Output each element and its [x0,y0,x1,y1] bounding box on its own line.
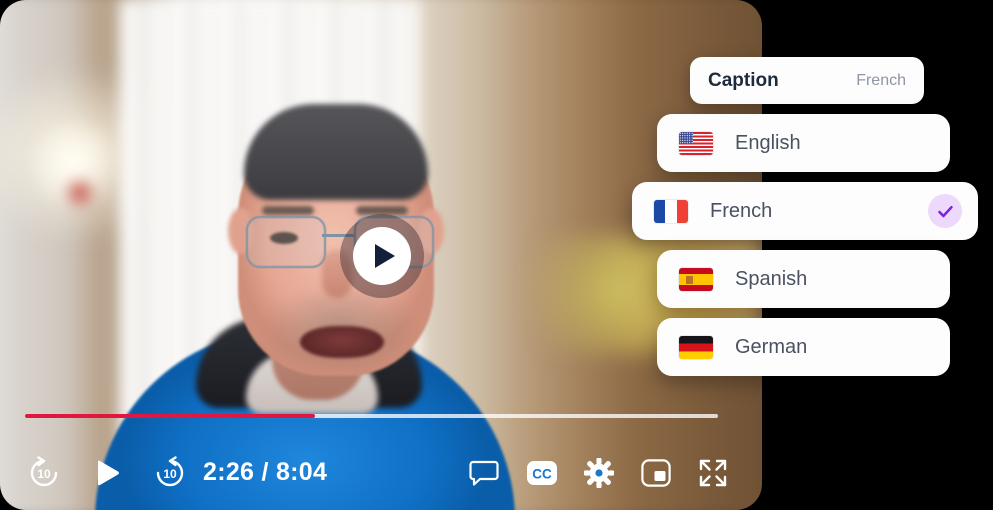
subject-mouth [300,326,384,358]
rewind-10-icon: 10 [30,455,58,486]
play-icon [98,460,119,485]
svg-text:CC: CC [532,466,552,481]
forward-10-button[interactable]: 10 [151,454,189,492]
flag-fr-icon [654,199,688,223]
forward-10-icon: 10 [156,455,184,486]
picture-in-picture-icon [641,458,671,487]
rewind-10-button[interactable]: 10 [25,454,63,492]
progress-bar[interactable] [25,414,718,418]
caption-title: Caption [708,69,779,91]
picture-in-picture-button[interactable] [641,458,671,487]
check-icon [937,205,953,217]
gear-icon [584,457,614,488]
glasses-lens-left [246,216,326,268]
fullscreen-icon [699,459,727,486]
comment-bubble-icon [469,460,499,486]
caption-header-panel[interactable]: Caption French [690,57,924,104]
play-button[interactable] [95,459,121,487]
selected-check-badge [928,194,962,228]
flag-es-icon [679,267,713,291]
settings-button[interactable] [584,457,614,488]
player-controls-bar: 10 10 2:26 / 8:04 CC [0,445,762,500]
flag-de-icon [679,335,713,359]
play-icon [374,244,395,268]
closed-caption-icon: CC [527,460,557,485]
time-display: 2:26 / 8:04 [203,458,328,486]
language-option-spanish[interactable]: Spanish [657,250,950,308]
fullscreen-button[interactable] [698,458,728,488]
player-screenshot: 10 10 2:26 / 8:04 CC Caption French Engl… [0,0,993,510]
language-option-french[interactable]: French [632,182,978,240]
video-player-frame[interactable]: 10 10 2:26 / 8:04 CC [0,0,762,510]
language-option-english[interactable]: English [657,114,950,172]
flag-us-icon [679,131,713,155]
subject-hair [244,104,428,200]
language-label: English [735,131,801,154]
svg-text:10: 10 [37,467,51,481]
closed-caption-button[interactable]: CC [526,460,558,486]
language-label: French [710,199,773,222]
progress-fill [25,414,315,418]
center-play-button[interactable] [340,214,424,298]
language-label: Spanish [735,267,808,290]
language-label: German [735,335,808,358]
center-play-circle [353,227,411,285]
comment-button[interactable] [469,459,499,487]
svg-text:10: 10 [163,467,177,481]
subject-eyebrow-left [262,206,314,215]
language-option-german[interactable]: German [657,318,950,376]
caption-selected-value: French [856,71,906,89]
